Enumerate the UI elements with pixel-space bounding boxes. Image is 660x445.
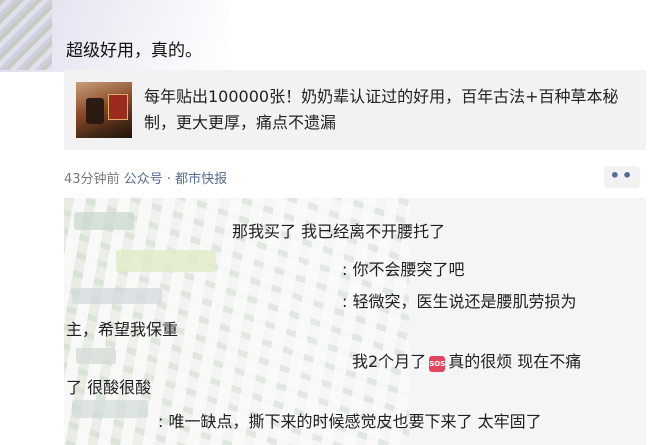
comments-section: 那我买了 我已经离不开腰托了 : 你不会腰突了吧 : 轻微突，医生说还是腰肌劳损… xyxy=(64,198,646,445)
comment-3: : 唯一缺点，撕下来的时候感觉皮也要下来了 太牢固了 xyxy=(158,412,542,431)
blurred-name-2 xyxy=(116,250,216,272)
blurred-name-3 xyxy=(72,288,162,304)
post-meta: 43分钟前 公众号 · 都市快报 xyxy=(64,168,227,187)
more-button[interactable]: •• xyxy=(604,166,640,188)
jar-shape xyxy=(86,98,104,124)
article-thumbnail xyxy=(76,82,132,138)
comment-2-part-1: 我2个月了 xyxy=(352,352,427,371)
reply-2-line-2: 主，希望我保重 xyxy=(66,320,179,339)
comment-2-part-2: 真的很烦 现在不痛 xyxy=(448,352,582,371)
article-title: 每年贴出100000张！奶奶辈认证过的好用，百年古法+百种草本秘制，更大更厚，痛… xyxy=(144,87,619,132)
comment-1: 那我买了 我已经离不开腰托了 xyxy=(232,222,446,241)
source-separator: · xyxy=(166,172,171,187)
post-text: 超级好用，真的。 xyxy=(66,41,202,61)
sos-icon: SOS xyxy=(429,356,445,372)
blurred-name-4 xyxy=(76,348,116,364)
reply-1: : 你不会腰突了吧 xyxy=(342,260,465,279)
blurred-name-5 xyxy=(72,400,148,418)
package-shape xyxy=(108,94,128,120)
reply-2-line-1: : 轻微突，医生说还是腰肌劳损为 xyxy=(342,292,577,311)
comment-2-line-1: 我2个月了 SOS 真的很烦 现在不痛 xyxy=(352,348,581,372)
blurred-name-1 xyxy=(74,212,134,230)
source-name-link[interactable]: 都市快报 xyxy=(175,172,227,187)
article-card[interactable]: 每年贴出100000张！奶奶辈认证过的好用，百年古法+百种草本秘制，更大更厚，痛… xyxy=(64,70,646,150)
avatar[interactable] xyxy=(0,0,52,70)
comment-2-line-2: 了 很酸很酸 xyxy=(66,378,152,397)
source-type-link[interactable]: 公众号 xyxy=(124,172,163,187)
post-time: 43分钟前 xyxy=(64,172,120,187)
